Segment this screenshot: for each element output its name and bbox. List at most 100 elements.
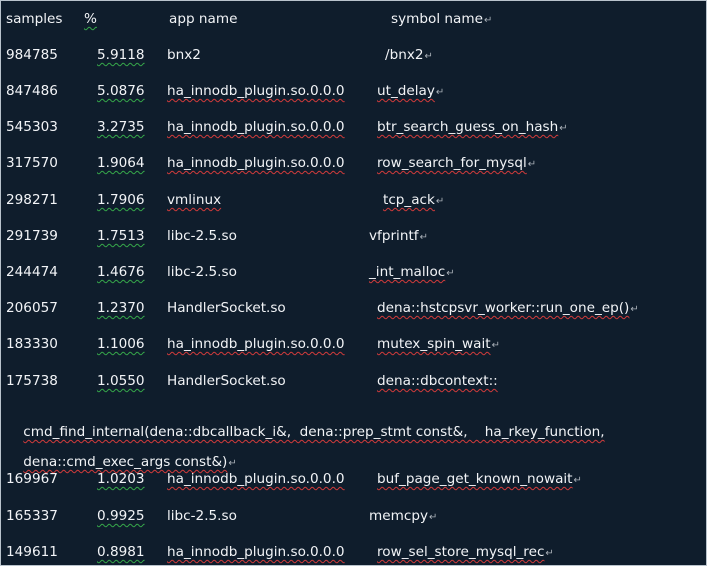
paragraph-mark-icon: ↵ (429, 512, 438, 523)
symbol-name-cell: mutex_spin_wait↵ (377, 334, 500, 356)
app-name-cell: ha_innodb_plugin.so.0.0.0 (167, 336, 345, 352)
paragraph-mark-icon: ↵ (573, 475, 582, 486)
percent-cell: 0.9925 (97, 508, 145, 524)
paragraph-mark-icon: ↵ (228, 458, 237, 469)
paragraph-mark-icon: ↵ (435, 196, 445, 207)
symbol-text: ut_delay (377, 83, 435, 99)
table-row: 847486 5.0876 ha_innodb_plugin.so.0.0.0 … (1, 81, 706, 101)
app-name-cell: ha_innodb_plugin.so.0.0.0 (167, 544, 345, 560)
samples-cell: 183330 (6, 336, 58, 352)
document-frame: samples % app name symbol name↵ 984785 5… (0, 0, 707, 566)
app-name-cell: ha_innodb_plugin.so.0.0.0 (167, 471, 345, 487)
percent-cell: 5.9118 (97, 47, 145, 63)
app-name-cell: HandlerSocket.so (167, 373, 286, 389)
app-name-cell: libc-2.5.so (167, 508, 237, 524)
header-samples: samples (6, 11, 63, 27)
app-name-cell: bnx2 (167, 47, 201, 63)
percent-cell: 1.2370 (97, 300, 145, 316)
table-row: 169967 1.0203 ha_innodb_plugin.so.0.0.0 … (1, 469, 706, 489)
symbol-name-cell: dena::dbcontext:: (377, 371, 498, 391)
samples-cell: 169967 (6, 471, 58, 487)
symbol-name-cell: vfprintf↵ (369, 226, 428, 248)
percent-cell: 5.0876 (97, 83, 145, 99)
app-name-cell: ha_innodb_plugin.so.0.0.0 (167, 155, 345, 171)
table-row: 149611 0.8981 ha_innodb_plugin.so.0.0.0 … (1, 542, 706, 562)
table-row: 183330 1.1006 ha_innodb_plugin.so.0.0.0 … (1, 334, 706, 354)
app-name-cell: vmlinux (167, 192, 222, 208)
percent-cell: 3.2735 (97, 119, 145, 135)
symbol-text: tcp_ack (383, 192, 435, 208)
symbol-text: dena::dbcontext:: (377, 373, 498, 389)
symbol-text: mutex_spin_wait (377, 336, 491, 352)
table-row: 298271 1.7906 vmlinux tcp_ack↵ (1, 190, 706, 210)
symbol-text: btr_search_guess_on_hash (377, 119, 559, 135)
table-row: 165337 0.9925 libc-2.5.so memcpy↵ (1, 506, 706, 526)
app-name-cell: libc-2.5.so (167, 228, 237, 244)
symbol-continuation-line: cmd_find_internal(dena::dbcallback_i&, d… (6, 402, 604, 440)
paragraph-mark-icon: ↵ (630, 304, 639, 315)
symbol-continuation-text: dena::cmd_exec_args const&) (23, 454, 228, 470)
paragraph-mark-icon: ↵ (527, 159, 537, 170)
symbol-name-cell: memcpy↵ (369, 506, 437, 528)
samples-cell: 984785 (6, 47, 58, 63)
samples-cell: 206057 (6, 300, 58, 316)
percent-cell: 1.0550 (97, 373, 145, 389)
samples-cell: 165337 (6, 508, 58, 524)
percent-cell: 1.0203 (97, 471, 145, 487)
table-row: 291739 1.7513 libc-2.5.so vfprintf↵ (1, 226, 706, 246)
paragraph-mark-icon: ↵ (483, 15, 493, 26)
header-row: samples % app name symbol name↵ (1, 9, 706, 29)
symbol-text: /bnx2 (385, 47, 424, 63)
symbol-name-cell: ut_delay↵ (377, 81, 444, 103)
paragraph-mark-icon: ↵ (559, 123, 568, 134)
header-app-name: app name (169, 11, 238, 27)
header-percent: % (84, 11, 97, 27)
percent-cell: 0.8981 (97, 544, 145, 560)
table-row: 317570 1.9064 ha_innodb_plugin.so.0.0.0 … (1, 153, 706, 173)
table-row: 545303 3.2735 ha_innodb_plugin.so.0.0.0 … (1, 117, 706, 137)
symbol-name-cell: row_sel_store_mysql_rec↵ (377, 542, 554, 564)
table-row: 984785 5.9118 bnx2 /bnx2↵ (1, 45, 706, 65)
percent-cell: 1.1006 (97, 336, 145, 352)
symbol-name-cell: row_search_for_mysql↵ (377, 153, 536, 175)
symbol-name-cell: _int_malloc↵ (369, 262, 455, 284)
symbol-name-cell: tcp_ack↵ (383, 190, 444, 212)
symbol-text: dena::hstcpsvr_worker::run_one_ep() (377, 300, 630, 316)
samples-cell: 149611 (6, 544, 58, 560)
app-name-cell: ha_innodb_plugin.so.0.0.0 (167, 83, 345, 99)
paragraph-mark-icon: ↵ (424, 51, 433, 62)
paragraph-mark-icon: ↵ (491, 340, 500, 351)
symbol-name-cell: /bnx2↵ (385, 45, 433, 67)
header-symbol-text: symbol name (391, 11, 483, 27)
percent-cell: 1.9064 (97, 155, 145, 171)
percent-cell: 1.7906 (97, 192, 145, 208)
symbol-text: row_sel_store_mysql_rec (377, 544, 545, 560)
samples-cell: 244474 (6, 264, 58, 280)
samples-cell: 545303 (6, 119, 58, 135)
symbol-name-cell: buf_page_get_known_nowait↵ (377, 469, 582, 491)
samples-cell: 291739 (6, 228, 58, 244)
table-row: 244474 1.4676 libc-2.5.so _int_malloc↵ (1, 262, 706, 282)
app-name-cell: ha_innodb_plugin.so.0.0.0 (167, 119, 345, 135)
header-symbol-name: symbol name↵ (391, 9, 492, 31)
percent-cell: 1.7513 (97, 228, 145, 244)
app-name-cell: libc-2.5.so (167, 264, 237, 280)
symbol-name-cell: dena::hstcpsvr_worker::run_one_ep()↵ (377, 298, 639, 320)
symbol-text: memcpy (369, 508, 428, 524)
percent-cell: 1.4676 (97, 264, 145, 280)
paragraph-mark-icon: ↵ (419, 232, 428, 243)
paragraph-mark-icon: ↵ (435, 87, 445, 98)
app-name-cell: HandlerSocket.so (167, 300, 286, 316)
samples-cell: 847486 (6, 83, 58, 99)
symbol-continuation-line: dena::cmd_exec_args const&)↵ (6, 432, 236, 470)
paragraph-mark-icon: ↵ (446, 268, 455, 279)
samples-cell: 175738 (6, 373, 58, 389)
symbol-name-cell: btr_search_guess_on_hash↵ (377, 117, 568, 139)
samples-cell: 298271 (6, 192, 58, 208)
symbol-text: buf_page_get_known_nowait (377, 471, 573, 487)
paragraph-mark-icon: ↵ (545, 548, 554, 559)
table-row: 206057 1.2370 HandlerSocket.so dena::hst… (1, 298, 706, 318)
table-row: 175738 1.0550 HandlerSocket.so dena::dbc… (1, 371, 706, 391)
symbol-text: row_search_for_mysql (377, 155, 527, 171)
symbol-text: vfprintf (369, 228, 419, 244)
